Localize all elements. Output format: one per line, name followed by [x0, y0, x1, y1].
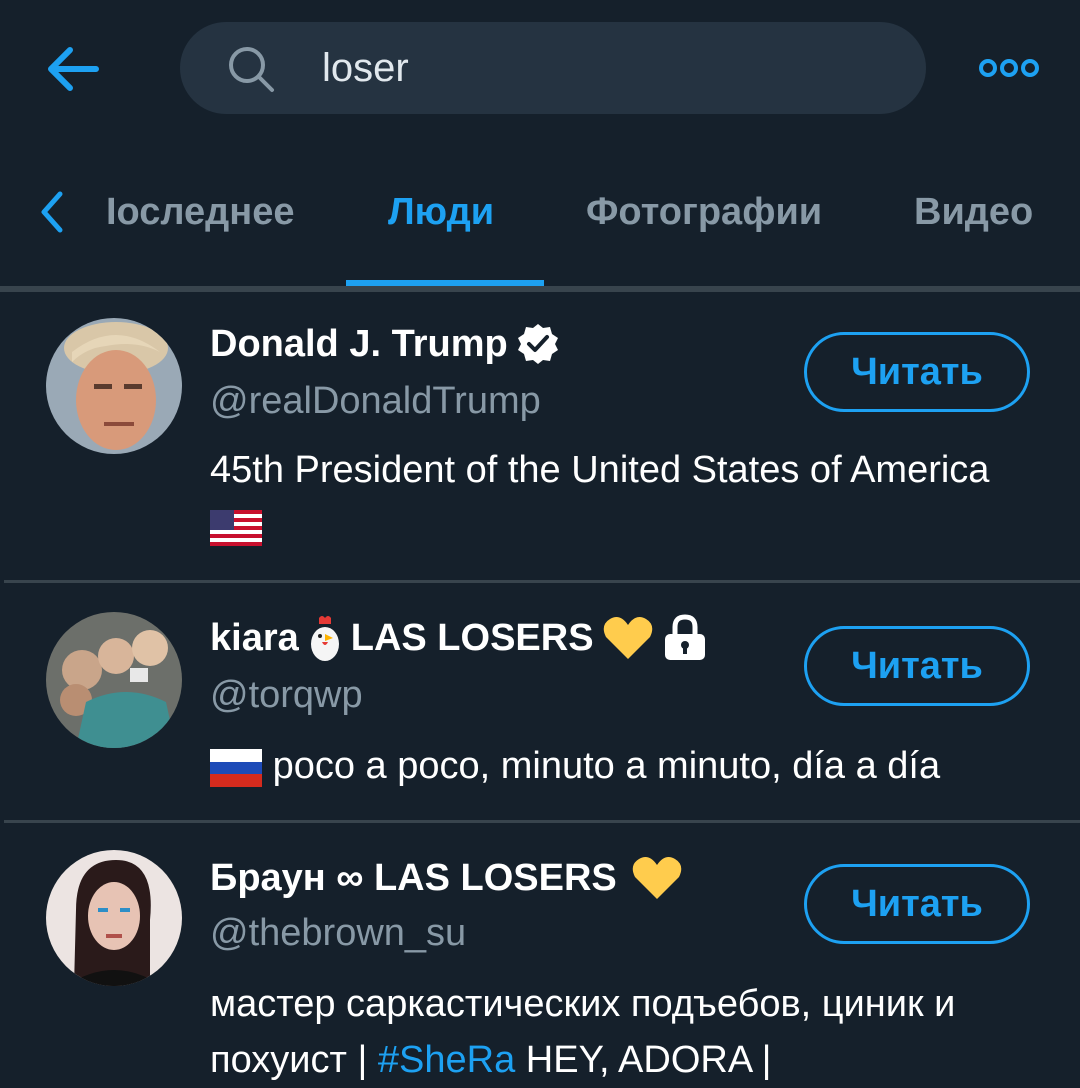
user-handle: @realDonaldTrump [210, 380, 541, 422]
tab-latest[interactable]: Iоследнее [106, 186, 312, 238]
search-query[interactable]: loser [322, 22, 409, 114]
tabs-divider [0, 286, 1080, 292]
yellow-heart-icon [603, 617, 652, 659]
display-name-part1: kiara [210, 617, 299, 659]
tabs-scroll-left-icon[interactable] [38, 190, 66, 234]
user-name[interactable]: Браун ∞ LAS LOSERS [210, 850, 683, 906]
follow-button[interactable]: Читать [804, 864, 1030, 944]
verified-badge-icon [517, 324, 558, 364]
user-handle: @thebrown_su [210, 912, 467, 954]
us-flag-icon [210, 509, 262, 546]
row-divider [4, 820, 1080, 823]
search-bar[interactable]: loser [180, 22, 926, 114]
more-options-icon[interactable] [978, 56, 1040, 80]
user-name[interactable]: kiara LAS LOSERS [210, 610, 708, 666]
russia-flag-icon [210, 748, 262, 787]
yellow-heart-icon [632, 857, 682, 899]
back-arrow-icon[interactable] [44, 44, 100, 94]
hashtag-link[interactable]: #SheRa [378, 1039, 515, 1081]
top-bar: loser [0, 0, 1080, 140]
row-divider [4, 580, 1080, 583]
user-handle: @torqwp [210, 674, 363, 716]
tab-video[interactable]: Видео [914, 186, 1033, 238]
avatar[interactable] [46, 612, 182, 748]
avatar[interactable] [46, 318, 182, 454]
tab-photos[interactable]: Фотографии [586, 186, 822, 238]
bio-text: 45th President of the United States of A… [210, 449, 990, 491]
tab-people[interactable]: Люди [388, 186, 494, 238]
display-name: Donald J. Trump [210, 323, 508, 365]
user-bio: 45th President of the United States of A… [210, 442, 1030, 554]
lock-icon [664, 614, 705, 660]
avatar[interactable] [46, 850, 182, 986]
bio-text: HEY, ADORA | [525, 1039, 772, 1081]
follow-button[interactable]: Читать [804, 332, 1030, 412]
chicken-emoji-icon [310, 616, 339, 661]
display-name-part2: LAS LOSERS [350, 617, 594, 659]
search-icon [229, 47, 274, 92]
bio-text: poco a poco, minuto a minuto, día a día [272, 745, 941, 787]
follow-button[interactable]: Читать [804, 626, 1030, 706]
user-bio: мастер саркастических подъебов, циник и … [210, 976, 1030, 1088]
display-name: Браун ∞ LAS LOSERS [210, 857, 617, 899]
user-bio: poco a poco, minuto a minuto, día a día [210, 738, 1030, 794]
user-name[interactable]: Donald J. Trump [210, 316, 560, 372]
